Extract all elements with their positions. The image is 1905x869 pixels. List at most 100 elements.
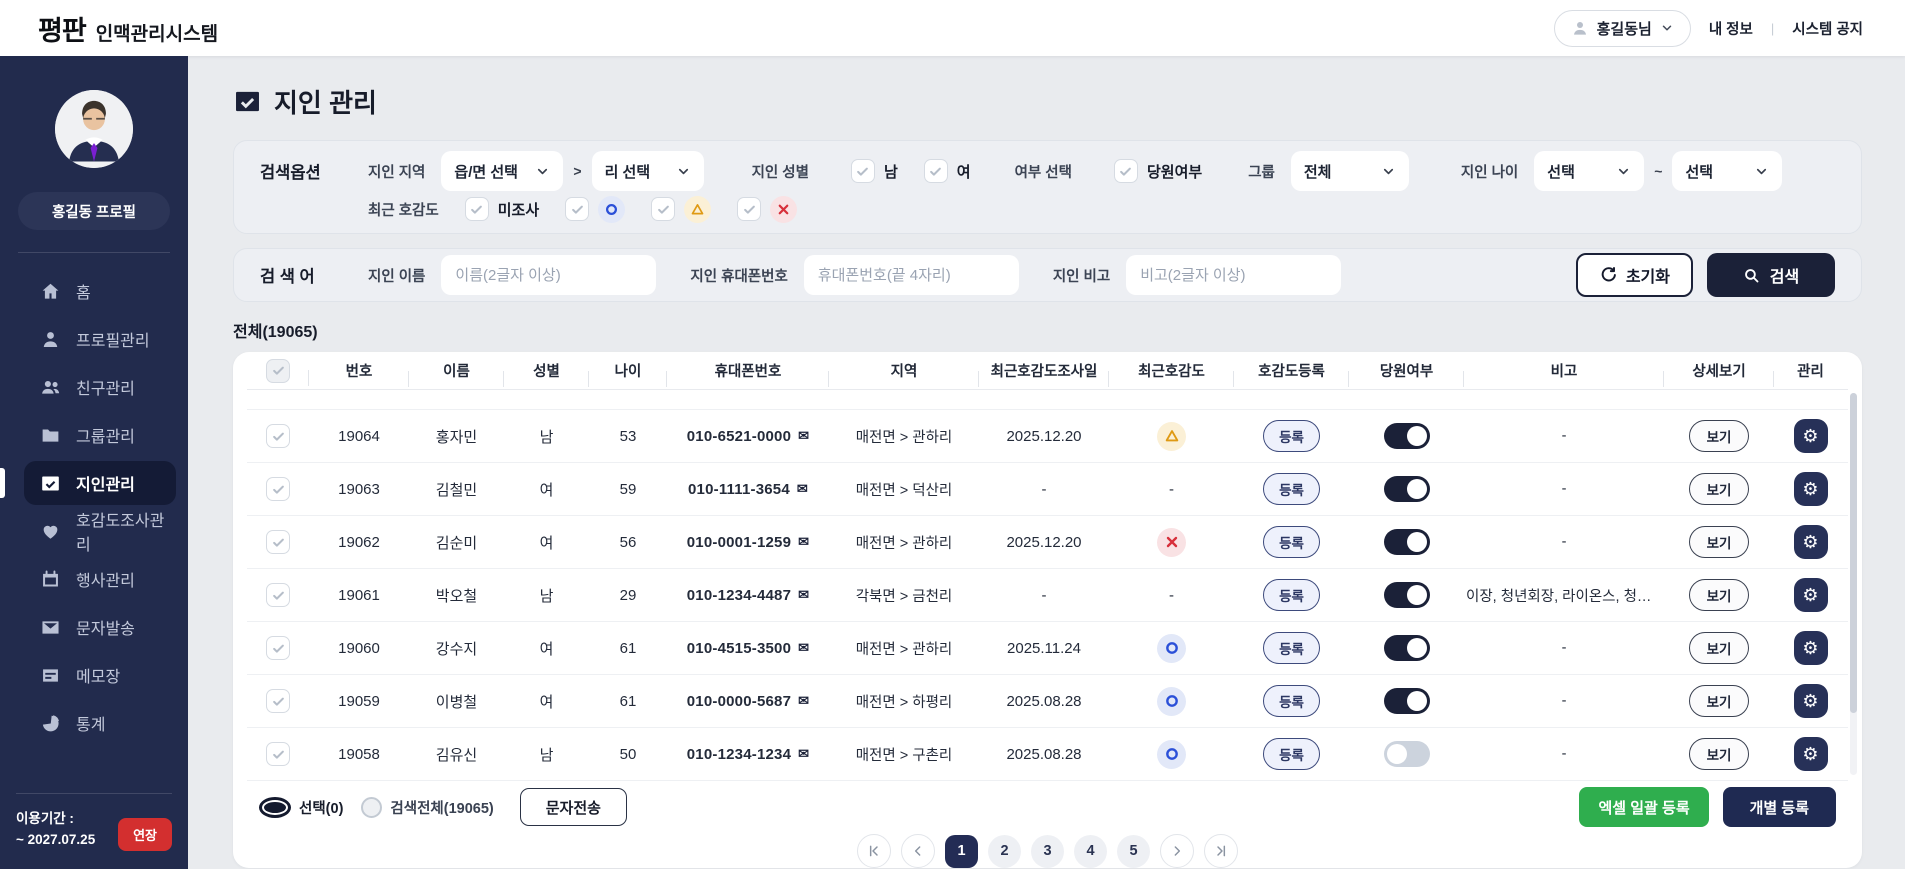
row-checkbox[interactable] <box>266 636 290 660</box>
column-header: 관리 <box>1774 360 1847 381</box>
register-button[interactable]: 등록 <box>1263 632 1320 664</box>
profile-icon <box>40 329 61 350</box>
my-info-link[interactable]: 내 정보 <box>1709 18 1753 39</box>
view-button[interactable]: 보기 <box>1689 685 1750 717</box>
pagination-last-button[interactable] <box>1204 834 1238 868</box>
message-envelope-icon[interactable]: ✉ <box>798 587 809 603</box>
register-button[interactable]: 등록 <box>1263 420 1320 452</box>
unsurveyed-checkbox[interactable] <box>465 197 489 221</box>
select-all-checkbox[interactable] <box>266 359 290 383</box>
age-to-select[interactable]: 선택 <box>1672 151 1782 191</box>
sidebar-item-friends[interactable]: 친구관리 <box>24 365 176 409</box>
register-button[interactable]: 등록 <box>1263 685 1320 717</box>
sentiment-warning-checkbox[interactable] <box>651 197 675 221</box>
member-toggle[interactable] <box>1384 635 1430 661</box>
pagination-prev-button[interactable] <box>901 834 935 868</box>
name-search-input[interactable] <box>441 255 656 295</box>
pagination-next-button[interactable] <box>1160 834 1194 868</box>
sidebar-item-home[interactable]: 홈 <box>24 269 176 313</box>
manage-gear-button[interactable]: ⚙ <box>1794 472 1828 506</box>
acquaintance-icon <box>233 87 262 116</box>
cell: 등록 <box>1234 685 1349 717</box>
message-envelope-icon[interactable]: ✉ <box>798 640 809 656</box>
member-toggle[interactable] <box>1384 423 1430 449</box>
pagination-page-5[interactable]: 5 <box>1117 835 1150 868</box>
member-toggle[interactable] <box>1384 688 1430 714</box>
search-button[interactable]: 검색 <box>1707 253 1835 297</box>
member-toggle[interactable] <box>1384 529 1430 555</box>
message-envelope-icon[interactable]: ✉ <box>797 481 808 497</box>
row-checkbox[interactable] <box>266 583 290 607</box>
message-envelope-icon[interactable]: ✉ <box>798 534 809 550</box>
search-all-radio[interactable] <box>361 797 382 818</box>
view-button[interactable]: 보기 <box>1689 632 1750 664</box>
manage-gear-button[interactable]: ⚙ <box>1794 631 1828 665</box>
view-button[interactable]: 보기 <box>1689 738 1750 770</box>
register-button[interactable]: 등록 <box>1263 526 1320 558</box>
selected-radio[interactable] <box>259 797 291 818</box>
pagination-page-3[interactable]: 3 <box>1031 835 1064 868</box>
message-envelope-icon[interactable]: ✉ <box>798 693 809 709</box>
member-toggle[interactable] <box>1384 476 1430 502</box>
manage-gear-button[interactable]: ⚙ <box>1794 684 1828 718</box>
sidebar-item-mail[interactable]: 문자발송 <box>24 605 176 649</box>
message-envelope-icon[interactable]: ✉ <box>798 746 809 762</box>
sidebar-item-stats[interactable]: 통계 <box>24 701 176 745</box>
table-scrollbar[interactable] <box>1850 393 1857 775</box>
sidebar-item-profile[interactable]: 프로필관리 <box>24 317 176 361</box>
ri-select[interactable]: 리 선택 <box>592 151 704 191</box>
sidebar-item-heart[interactable]: 호감도조사관리 <box>24 509 176 553</box>
status-select-label: 여부 선택 <box>1015 161 1072 182</box>
column-header: 호감도등록 <box>1234 360 1349 381</box>
reset-button[interactable]: 초기화 <box>1576 253 1693 297</box>
message-envelope-icon[interactable]: ✉ <box>798 428 809 444</box>
male-checkbox[interactable] <box>851 159 875 183</box>
manage-gear-button[interactable]: ⚙ <box>1794 525 1828 559</box>
register-button[interactable]: 등록 <box>1263 738 1320 770</box>
note-search-input[interactable] <box>1126 255 1341 295</box>
view-button[interactable]: 보기 <box>1689 473 1750 505</box>
row-checkbox[interactable] <box>266 742 290 766</box>
sidebar-item-acquaintance[interactable]: 지인관리 <box>24 461 176 505</box>
manage-gear-button[interactable]: ⚙ <box>1794 578 1828 612</box>
manage-gear-button[interactable]: ⚙ <box>1794 737 1828 771</box>
pagination-page-2[interactable]: 2 <box>988 835 1021 868</box>
register-button[interactable]: 등록 <box>1263 579 1320 611</box>
sidebar-item-memo[interactable]: 메모장 <box>24 653 176 697</box>
sentiment-good-checkbox[interactable] <box>565 197 589 221</box>
sidebar-item-group[interactable]: 그룹관리 <box>24 413 176 457</box>
cell: 여 <box>504 479 589 500</box>
row-checkbox[interactable] <box>266 689 290 713</box>
table-card: 번호이름성별나이휴대폰번호지역최근호감도조사일최근호감도호감도등록당원여부비고상… <box>233 352 1862 868</box>
view-button[interactable]: 보기 <box>1689 526 1750 558</box>
extend-button[interactable]: 연장 <box>118 818 172 851</box>
member-toggle[interactable] <box>1384 741 1430 767</box>
sms-send-button[interactable]: 문자전송 <box>520 788 627 826</box>
town-select[interactable]: 읍/면 선택 <box>441 151 563 191</box>
manage-gear-button[interactable]: ⚙ <box>1794 419 1828 453</box>
pagination-page-4[interactable]: 4 <box>1074 835 1107 868</box>
register-button[interactable]: 등록 <box>1263 473 1320 505</box>
individual-register-button[interactable]: 개별 등록 <box>1723 787 1836 827</box>
phone-search-input[interactable] <box>804 255 1019 295</box>
pagination-page-1[interactable]: 1 <box>945 835 978 868</box>
pagination-first-button[interactable] <box>857 834 891 868</box>
view-button[interactable]: 보기 <box>1689 420 1750 452</box>
row-checkbox[interactable] <box>266 530 290 554</box>
member-filter-checkbox[interactable] <box>1114 159 1138 183</box>
row-checkbox[interactable] <box>266 424 290 448</box>
note-search-label: 지인 비고 <box>1053 265 1110 286</box>
profile-button[interactable]: 홍길동 프로필 <box>18 192 170 230</box>
cell <box>247 477 309 501</box>
group-select[interactable]: 전체 <box>1291 151 1409 191</box>
sidebar-item-calendar[interactable]: 행사관리 <box>24 557 176 601</box>
member-toggle[interactable] <box>1384 582 1430 608</box>
excel-bulk-register-button[interactable]: 엑셀 일괄 등록 <box>1579 787 1708 827</box>
sentiment-bad-checkbox[interactable] <box>737 197 761 221</box>
age-from-select[interactable]: 선택 <box>1534 151 1644 191</box>
system-notice-link[interactable]: 시스템 공지 <box>1792 18 1863 39</box>
row-checkbox[interactable] <box>266 477 290 501</box>
user-menu-button[interactable]: 홍길동님 <box>1554 10 1691 47</box>
female-checkbox[interactable] <box>924 159 948 183</box>
view-button[interactable]: 보기 <box>1689 579 1750 611</box>
